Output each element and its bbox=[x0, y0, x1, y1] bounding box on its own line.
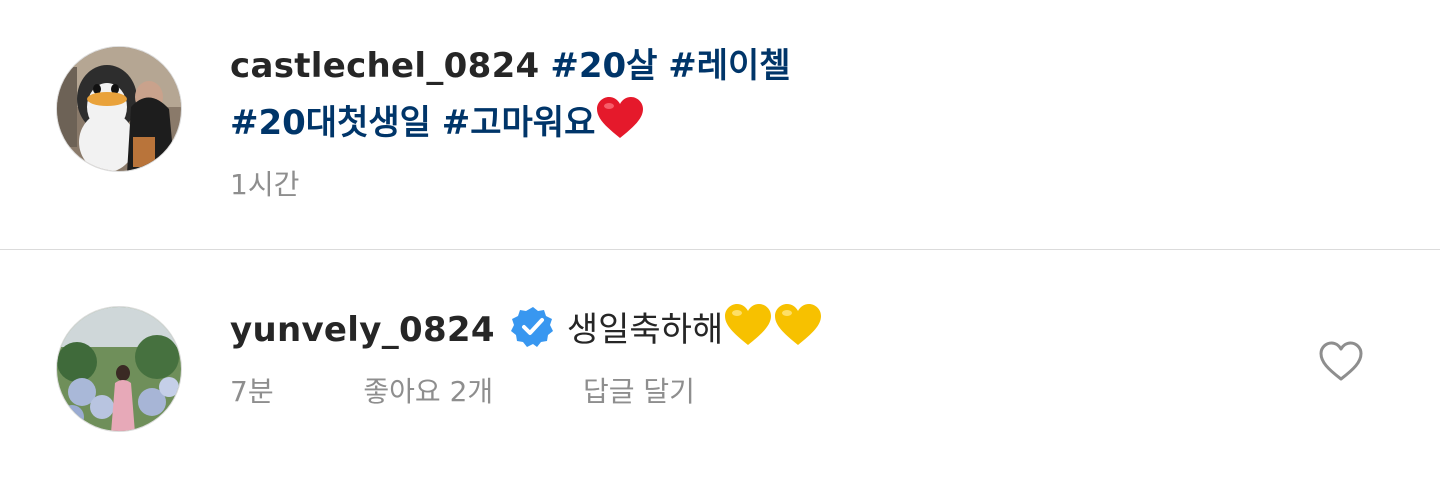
comment-username[interactable]: yunvely_0824 bbox=[230, 310, 495, 350]
caption-line-1: castlechel_0824 #20살 #레이첼 bbox=[230, 44, 791, 88]
comment-text: 생일축하해 bbox=[566, 310, 724, 350]
avatar-image bbox=[57, 47, 181, 171]
yellow-heart-icon bbox=[723, 303, 773, 358]
yellow-heart-icon bbox=[773, 303, 823, 358]
hashtag[interactable]: #고마워요 bbox=[442, 103, 596, 143]
hashtag[interactable]: #레이첼 bbox=[668, 46, 790, 86]
reply-button[interactable]: 답글 달기 bbox=[583, 374, 695, 410]
caption-time: 1시간 bbox=[230, 168, 300, 201]
likes-count-link[interactable]: 좋아요 2개 bbox=[363, 374, 493, 410]
like-heart-icon[interactable] bbox=[1318, 341, 1364, 383]
hashtag[interactable]: #20살 bbox=[550, 46, 657, 86]
caption-line-2: #20대첫생일 #고마워요 bbox=[230, 96, 645, 151]
avatar[interactable] bbox=[56, 46, 182, 172]
post-caption: castlechel_0824 #20살 #레이첼 #20대첫생일 #고마워요 … bbox=[0, 0, 1440, 249]
comment-line: yunvely_0824 생일축하해 bbox=[230, 303, 823, 360]
caption-username[interactable]: castlechel_0824 bbox=[230, 46, 540, 86]
hashtag[interactable]: #20대첫생일 bbox=[230, 103, 431, 143]
avatar[interactable] bbox=[56, 306, 182, 432]
red-heart-icon bbox=[595, 96, 645, 151]
comment-time: 7분 bbox=[230, 375, 274, 408]
verified-badge-icon bbox=[510, 305, 555, 360]
avatar-image bbox=[57, 307, 181, 431]
comment-meta: 7분 좋아요 2개 답글 달기 bbox=[230, 374, 695, 410]
comment: yunvely_0824 생일축하해 7분 좋아요 2개 답글 달기 bbox=[0, 250, 1440, 483]
caption-meta: 1시간 bbox=[230, 167, 299, 203]
